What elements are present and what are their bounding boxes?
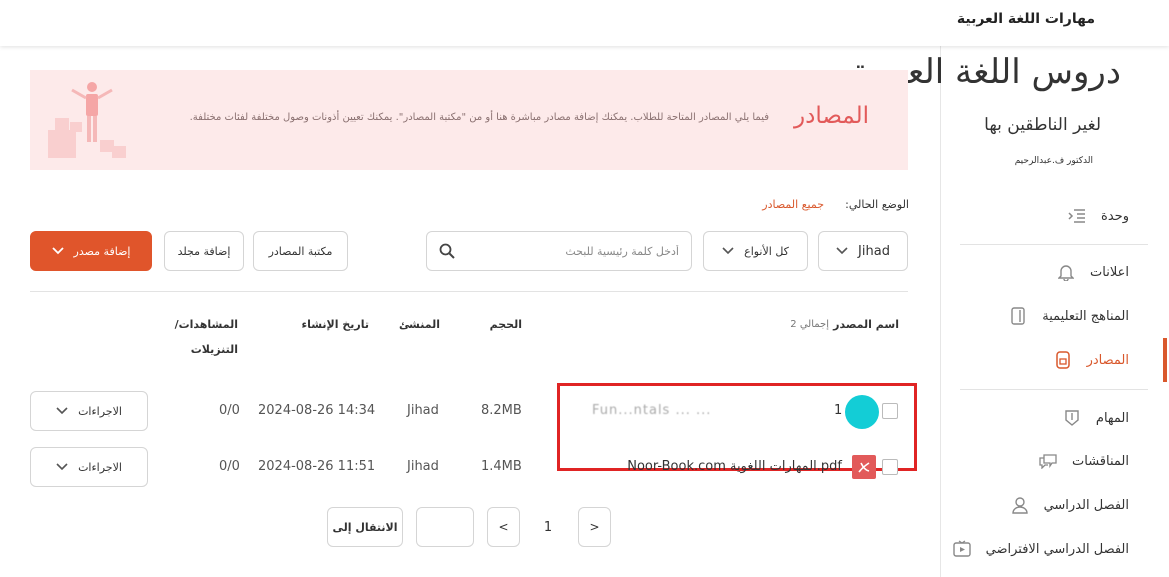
- book-icon: [1008, 306, 1028, 326]
- next-page-button[interactable]: >: [578, 507, 611, 547]
- column-header-creator: المنشئ: [398, 318, 440, 331]
- sidebar-divider: [960, 244, 1148, 245]
- column-header-views: المشاهدات/: [174, 318, 238, 331]
- goto-page-input[interactable]: [416, 507, 474, 547]
- add-resource-button[interactable]: إضافة مصدر: [30, 231, 152, 271]
- owner-filter-value: Jihad: [858, 243, 890, 259]
- resource-size: 8.2MB: [481, 403, 522, 418]
- prev-page-button[interactable]: <: [487, 507, 520, 547]
- breadcrumb-current[interactable]: جميع المصادر: [762, 198, 824, 211]
- add-folder-button[interactable]: إضافة مجلد: [164, 231, 244, 271]
- actions-dropdown[interactable]: الاجراءات: [30, 391, 148, 431]
- sidebar-item-classroom[interactable]: الفصل الدراسي: [1010, 495, 1129, 515]
- chat-icon: [1038, 451, 1058, 471]
- banner-illustration: [42, 78, 132, 164]
- course-logo-author: الدكتور ف.عبدالرحيم: [1014, 156, 1093, 166]
- chevron-down-icon: [51, 247, 64, 255]
- bell-icon: [1056, 262, 1076, 282]
- course-logo-subtitle: لغير الناطقين بها: [984, 115, 1101, 135]
- sidebar-item-label: المصادر: [1086, 352, 1129, 368]
- active-indicator: [1163, 338, 1167, 382]
- sidebar-item-label: المهام: [1095, 410, 1129, 426]
- type-filter-select[interactable]: كل الأنواع: [703, 231, 808, 271]
- column-header-downloads: التنزيلات: [190, 343, 238, 356]
- sidebar-item-label: اعلانات: [1090, 264, 1129, 280]
- column-header-created: تاريخ الإنشاء: [301, 318, 369, 331]
- sidebar-item-label: المناقشات: [1072, 453, 1129, 469]
- shield-icon: [1062, 408, 1082, 428]
- resource-size: 1.4MB: [481, 459, 522, 474]
- banner-title: المصادر: [794, 103, 869, 129]
- row-checkbox[interactable]: [882, 459, 898, 475]
- sidebar-divider: [960, 389, 1148, 390]
- pdf-file-icon: [852, 455, 876, 479]
- actions-label: الاجراءات: [78, 404, 122, 418]
- sidebar-item-label: الفصل الدراسي الافتراضي: [985, 541, 1129, 557]
- resource-name[interactable]: Noor-Book.com المهارات اللغوية.pdf: [560, 459, 842, 474]
- add-resource-label: إضافة مصدر: [73, 244, 131, 258]
- sidebar-item-announcements[interactable]: اعلانات: [1056, 262, 1129, 282]
- chevron-down-icon: [56, 463, 68, 471]
- resources-icon: [1053, 350, 1073, 370]
- current-page[interactable]: 1: [528, 507, 568, 547]
- owner-filter-select[interactable]: Jihad: [818, 231, 908, 271]
- resource-created: 2024-08-26 11:51: [258, 459, 376, 474]
- total-count: إجمالي 2: [790, 319, 829, 330]
- sidebar-item-virtual-classroom[interactable]: الفصل الدراسي الافتراضي: [952, 539, 1129, 559]
- list-indent-icon: [1067, 206, 1087, 226]
- sidebar-item-unit[interactable]: وحدة: [1067, 206, 1129, 226]
- resource-library-button[interactable]: مكتبة المصادر: [253, 231, 348, 271]
- resource-creator: Jihad: [407, 459, 439, 474]
- type-filter-value: كل الأنواع: [744, 244, 789, 258]
- sidebar-item-discussions[interactable]: المناقشات: [1038, 451, 1129, 471]
- toolbar-divider: [30, 291, 908, 292]
- sidebar-item-label: الفصل الدراسي: [1043, 497, 1129, 513]
- column-header-name: اسم المصدر: [833, 318, 899, 331]
- add-folder-label: إضافة مجلد: [177, 244, 231, 258]
- chevron-down-icon: [722, 247, 734, 255]
- course-title: مهارات اللغة العربية: [956, 11, 1095, 27]
- sidebar-item-label: المناهج التعليمية: [1042, 308, 1129, 324]
- resource-library-label: مكتبة المصادر: [268, 244, 333, 258]
- breadcrumb-label: الوضع الحالي:: [845, 198, 909, 211]
- resource-views: 0/0: [219, 459, 240, 474]
- video-icon: [952, 539, 972, 559]
- actions-label: الاجراءات: [78, 460, 122, 474]
- search-icon[interactable]: [439, 243, 455, 259]
- goto-page-button[interactable]: الانتقال إلى: [327, 507, 403, 547]
- resource-views: 0/0: [219, 403, 240, 418]
- actions-dropdown[interactable]: الاجراءات: [30, 447, 148, 487]
- banner-description: فيما يلي المصادر المتاحة للطلاب. يمكنك إ…: [189, 112, 769, 123]
- sidebar-item-curriculum[interactable]: المناهج التعليمية: [1008, 306, 1129, 326]
- resource-created: 2024-08-26 14:34: [258, 403, 376, 418]
- search-input[interactable]: [455, 244, 679, 258]
- sidebar-item-assignments[interactable]: المهام: [1062, 408, 1129, 428]
- chevron-down-icon: [56, 407, 68, 415]
- column-header-size: الحجم: [489, 318, 522, 331]
- chevron-down-icon: [836, 247, 848, 255]
- sidebar-item-label: وحدة: [1101, 208, 1129, 224]
- resource-creator: Jihad: [407, 403, 439, 418]
- user-icon: [1010, 495, 1030, 515]
- search-box[interactable]: [426, 231, 692, 271]
- sidebar-item-resources[interactable]: المصادر: [1053, 350, 1129, 370]
